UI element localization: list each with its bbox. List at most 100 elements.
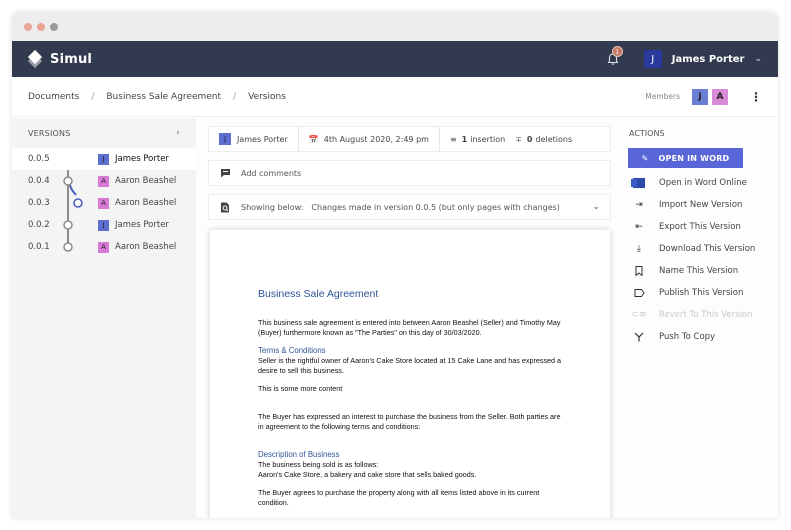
action-name-this-version[interactable]: Name This Version: [628, 260, 772, 282]
versions-sidebar: VERSIONS › 0.0.5 J James Porter 0.0.4 A …: [12, 118, 196, 518]
revert-icon: ⊂≡: [631, 310, 647, 320]
version-number: 0.0.1: [28, 242, 50, 252]
content-area: VERSIONS › 0.0.5 J James Porter 0.0.4 A …: [12, 118, 778, 518]
author-avatar: J: [98, 219, 109, 231]
member-avatar[interactable]: J: [692, 88, 708, 105]
open-in-word-label: OPEN IN WORD: [658, 153, 730, 163]
action-label: Push To Copy: [659, 332, 716, 342]
document-paragraph: The business being sold is as follows:: [258, 460, 379, 469]
author-avatar: A: [98, 197, 109, 209]
notifications-button[interactable]: 1: [606, 46, 623, 67]
action-label: Import New Version: [659, 200, 743, 210]
download-icon: ⤓: [637, 244, 641, 254]
insertions-count: 1: [461, 134, 468, 144]
app-name: Simul: [50, 51, 93, 67]
version-number: 0.0.4: [28, 176, 50, 186]
pencil-icon: ✎: [641, 153, 649, 163]
app-logo[interactable]: Simul: [27, 49, 93, 69]
document-heading: Description of Business: [258, 450, 340, 459]
insertions-label: insertion: [470, 134, 506, 144]
deletions-count: 0: [526, 134, 533, 144]
action-label: Revert To This Version: [659, 310, 753, 320]
user-avatar[interactable]: J: [643, 50, 662, 68]
author-name: James Porter: [115, 220, 169, 230]
version-detail: J James Porter 📅 4th August 2020, 2:49 p…: [196, 118, 622, 518]
author-name: James Porter: [115, 154, 169, 164]
breadcrumb-document[interactable]: Business Sale Agreement: [106, 92, 221, 102]
author-avatar: J: [219, 133, 231, 145]
document-paragraph: This is some more content: [258, 384, 343, 393]
deletion-icon: ∓: [515, 134, 522, 144]
close-window-button[interactable]: [24, 22, 32, 31]
calendar-icon: 📅: [308, 134, 319, 144]
version-number: 0.0.2: [28, 220, 50, 230]
version-row-0.0.1[interactable]: 0.0.1 A Aaron Beashel: [12, 236, 196, 258]
open-in-word-button[interactable]: ✎ OPEN IN WORD: [628, 148, 743, 168]
action-label: Download This Version: [659, 244, 756, 254]
version-row-0.0.5[interactable]: 0.0.5 J James Porter: [12, 148, 196, 170]
document-paragraph: Seller is the rightful owner of Aaron's …: [258, 356, 562, 375]
label-icon: [633, 289, 645, 297]
members-label: Members: [645, 92, 680, 101]
filter-label: Showing below:: [241, 202, 304, 212]
comment-icon: [219, 168, 231, 178]
version-row-0.0.4[interactable]: 0.0.4 A Aaron Beashel: [12, 170, 196, 192]
info-changes: ≡ 1 insertion ∓ 0 deletions: [440, 127, 582, 151]
minimize-window-button[interactable]: [37, 22, 45, 31]
version-row-0.0.2[interactable]: 0.0.2 J James Porter: [12, 214, 196, 236]
action-import-new-version[interactable]: ⇥ Import New Version: [628, 194, 772, 216]
action-push-to-copy[interactable]: Push To Copy: [628, 326, 772, 348]
changes-filter-dropdown[interactable]: Showing below: Changes made in version 0…: [208, 194, 611, 220]
breadcrumb-documents[interactable]: Documents: [28, 92, 79, 102]
action-publish-this-version[interactable]: Publish This Version: [628, 282, 772, 304]
action-export-this-version[interactable]: ⇤ Export This Version: [628, 216, 772, 238]
breadcrumb-separator: /: [91, 91, 95, 102]
action-open-word-online[interactable]: Open in Word Online: [628, 172, 772, 194]
version-number: 0.0.5: [28, 154, 50, 164]
action-label: Name This Version: [659, 266, 739, 276]
author-avatar: A: [98, 241, 109, 253]
versions-title: VERSIONS: [28, 128, 71, 138]
document-search-icon: [219, 202, 231, 213]
document-heading: Terms & Conditions: [258, 346, 326, 355]
deletions-label: deletions: [535, 134, 573, 144]
add-comments-label: Add comments: [241, 168, 302, 178]
version-row-0.0.3[interactable]: 0.0.3 A Aaron Beashel: [12, 192, 196, 214]
document-title: Business Sale Agreement: [258, 288, 379, 300]
chevron-down-icon[interactable]: ⌄: [592, 202, 600, 212]
actions-title: ACTIONS: [629, 128, 665, 138]
version-date: 4th August 2020, 2:49 pm: [323, 134, 429, 144]
document-paragraph: The Buyer agrees to purchase the propert…: [258, 488, 540, 507]
versions-header[interactable]: VERSIONS ›: [12, 118, 196, 148]
action-label: Open in Word Online: [659, 178, 747, 188]
member-avatar[interactable]: A: [712, 88, 728, 105]
word-online-icon: [631, 178, 645, 188]
insertion-icon: ≡: [449, 134, 457, 144]
app-window: Simul 1 J James Porter ⌄ Documents / Bus…: [12, 12, 778, 518]
notification-badge: 1: [611, 46, 623, 57]
info-date: 📅 4th August 2020, 2:49 pm: [299, 127, 440, 151]
user-name[interactable]: James Porter: [672, 54, 745, 65]
action-download-this-version[interactable]: ⤓ Download This Version: [628, 238, 772, 260]
bookmark-icon: [633, 266, 645, 276]
author-avatar: A: [98, 175, 109, 187]
chevron-down-icon[interactable]: ⌄: [754, 54, 762, 64]
window-titlebar: [12, 12, 778, 41]
maximize-window-button[interactable]: [50, 22, 58, 31]
more-options-icon[interactable]: ⋮: [750, 91, 762, 103]
actions-panel: ACTIONS ✎ OPEN IN WORD Open in Word Onli…: [622, 118, 778, 518]
export-icon: ⇤: [635, 222, 643, 232]
fork-icon: [633, 332, 645, 342]
author-name: Aaron Beashel: [115, 242, 177, 252]
app-header: Simul 1 J James Porter ⌄: [12, 41, 778, 77]
import-icon: ⇥: [635, 200, 643, 210]
author-avatar: J: [98, 153, 109, 165]
version-info-bar: J James Porter 📅 4th August 2020, 2:49 p…: [208, 126, 611, 152]
author-name: Aaron Beashel: [115, 176, 177, 186]
chevron-right-icon[interactable]: ›: [176, 128, 180, 138]
document-page: Business Sale Agreement This business sa…: [210, 230, 610, 518]
version-number: 0.0.3: [28, 198, 50, 208]
document-paragraph: This business sale agreement is entered …: [258, 318, 561, 337]
action-revert-to-this-version: ⊂≡ Revert To This Version: [628, 304, 772, 326]
add-comments-button[interactable]: Add comments: [208, 160, 611, 186]
